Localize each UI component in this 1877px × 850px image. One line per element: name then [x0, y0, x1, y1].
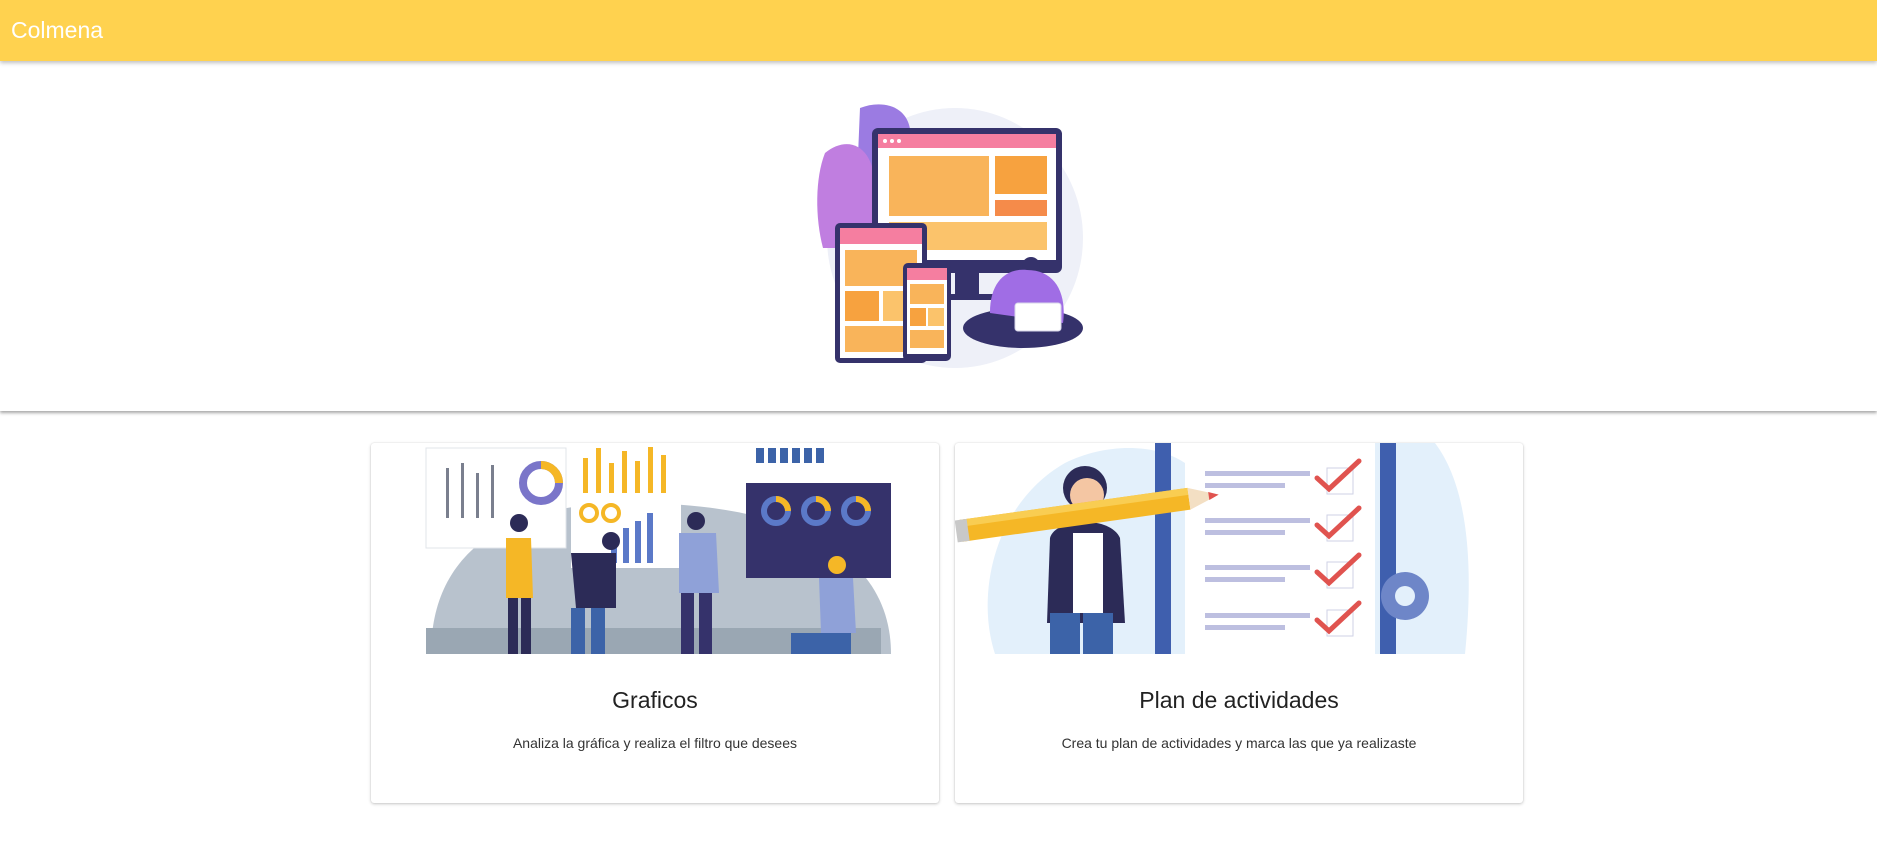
graficos-title: Graficos [612, 687, 698, 713]
plan-actividades-description: Crea tu plan de actividades y marca las … [1061, 735, 1417, 751]
graficos-description: Analiza la gráfica y realiza el filtro q… [512, 735, 798, 751]
top-app-bar: Colmena [0, 0, 1877, 61]
feature-cards: Graficos Analiza la gráfica y realiza el… [0, 411, 1877, 850]
graficos-card[interactable]: Graficos Analiza la gráfica y realiza el… [371, 443, 939, 803]
hero-illustration [817, 104, 1083, 368]
graficos-card-image [371, 443, 939, 654]
data-analysis-illustration [425, 443, 891, 654]
plan-actividades-card[interactable]: Plan de actividades Crea tu plan de acti… [955, 443, 1523, 803]
plan-actividades-title: Plan de actividades [1139, 687, 1339, 713]
task-checklist-illustration [955, 443, 1469, 654]
hero-banner [0, 61, 1877, 411]
app-title: Colmena [11, 17, 104, 43]
plan-actividades-card-image [955, 443, 1523, 654]
